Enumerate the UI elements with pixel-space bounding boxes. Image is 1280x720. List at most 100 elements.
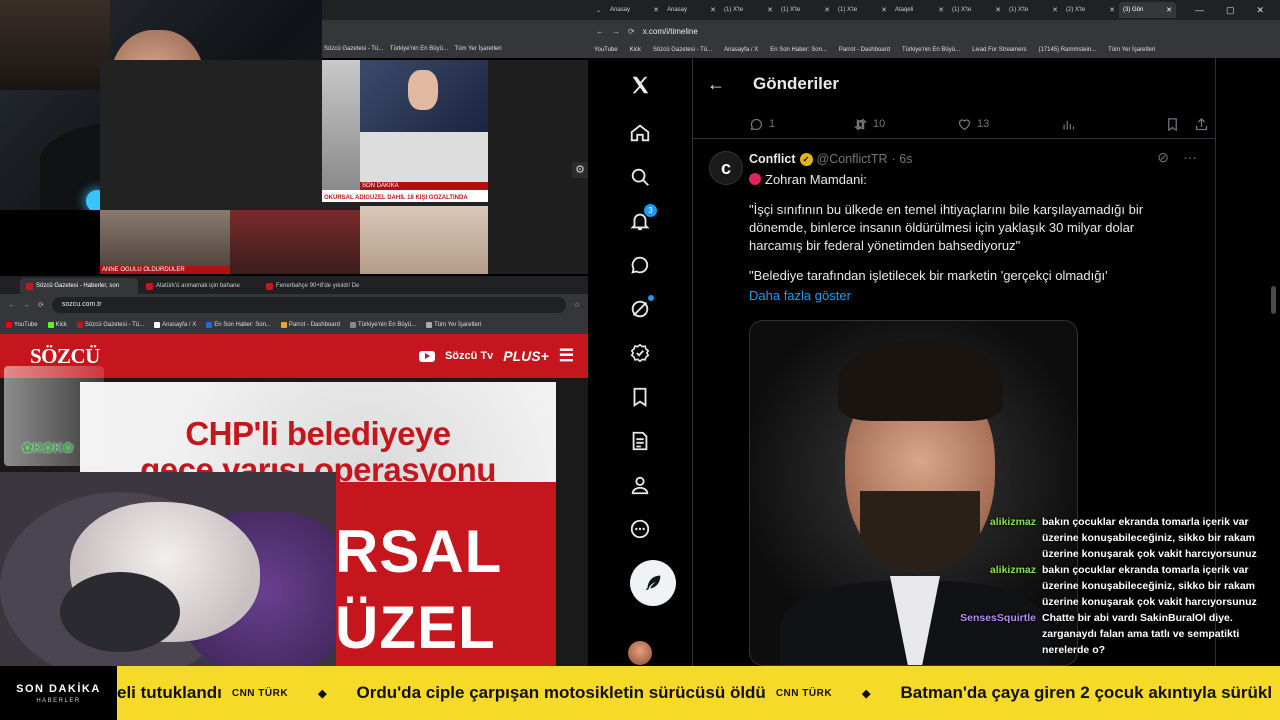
tab-active[interactable]: (3) Gön ✕	[1119, 2, 1176, 18]
like-button[interactable]: 13	[957, 117, 1061, 132]
ticker-item: Ordu'da ciple çarpışan motosikletin sürü…	[357, 683, 901, 703]
bookmark-item[interactable]: Livad For Streamers	[972, 47, 1026, 53]
bookmark-item[interactable]: Sözcü Gazetesi - Tü...	[653, 47, 712, 53]
tab[interactable]: Anasay ✕	[663, 2, 720, 18]
notifications-bell-icon[interactable]: 3	[627, 204, 657, 234]
ticker-track: eli tutuklandı CNN TÜRK ◆ Ordu'da ciple …	[117, 666, 1272, 720]
tab[interactable]: (1) X'te ✕	[777, 2, 834, 18]
account-avatar[interactable]	[628, 641, 652, 665]
tab[interactable]: (1) X'te ✕	[948, 2, 1005, 18]
collage-caption: ANNE OĞULU ÖLDÜRDÜLER	[100, 266, 230, 274]
gear-icon[interactable]: ⚙	[572, 162, 588, 178]
messages-icon[interactable]	[627, 252, 653, 278]
bookmark-item[interactable]: (17145) Rammstein...	[1038, 47, 1096, 53]
sozcu-plus-link[interactable]: PLUS+	[503, 348, 549, 364]
tab[interactable]: (1) X'te ✕	[834, 2, 891, 18]
bookmark-item[interactable]: Parrot - Dashboard	[839, 47, 890, 53]
ticker-source: CNN TÜRK	[231, 687, 289, 699]
bookmark-all[interactable]: Tüm Yer İşaretleri	[426, 322, 481, 328]
grok-explain-icon[interactable]: ⊘	[1157, 149, 1169, 166]
tab-fenerbahce[interactable]: Fenerbahçe 90+8'de yıkıldı! De	[260, 278, 378, 294]
tab[interactable]: Anasay ✕	[606, 2, 663, 18]
grok-icon[interactable]	[627, 295, 654, 322]
bookmark-icon[interactable]	[1165, 117, 1180, 132]
close-icon: ✕	[995, 7, 1001, 14]
reply-icon	[750, 118, 763, 130]
bookmark-item[interactable]: Tüm Yer İşaretleri	[455, 46, 502, 52]
bookmark-item[interactable]: Sözcü Gazetesi - Tü...	[324, 46, 383, 52]
scrollbar-thumb[interactable]	[1271, 286, 1276, 314]
maximize-icon[interactable]: ▢	[1226, 5, 1235, 16]
tab[interactable]: (2) X'te ✕	[1062, 2, 1119, 18]
tab[interactable]: Ataqeli ✕	[891, 2, 948, 18]
hamburger-menu-icon[interactable]: ☰	[559, 346, 574, 366]
repost-button[interactable]: 10	[853, 117, 957, 132]
tab-list-button[interactable]: ⌄	[592, 2, 606, 18]
share-icon[interactable]	[1194, 117, 1209, 132]
bookmark-sozcu[interactable]: Sözcü Gazetesi - Tü...	[76, 322, 144, 328]
back-icon[interactable]: ←	[596, 27, 604, 36]
tab[interactable]: (1) X'te ✕	[720, 2, 777, 18]
back-icon[interactable]: ←	[8, 302, 15, 309]
post-author-avatar[interactable]: c	[709, 151, 743, 185]
ticker-headline: Batman'da çaya giren 2 çocuk akıntıyla s…	[900, 683, 1273, 702]
bookmark-item[interactable]: Türkiye'nin En Büyü...	[902, 47, 960, 53]
verified-badge-icon[interactable]	[627, 340, 653, 366]
sozcu-favicon	[26, 282, 33, 290]
x-logo-icon[interactable]	[627, 72, 653, 98]
previous-post-actions: 1 10 13	[749, 110, 1209, 138]
articles-icon[interactable]	[627, 428, 653, 454]
home-icon[interactable]	[627, 120, 653, 146]
post-quote-1: "İşçi sınıfının bu ülkede en temel ihtiy…	[749, 202, 1144, 253]
star-icon[interactable]: ☆	[574, 301, 580, 309]
tab[interactable]: (1) X'te ✕	[1005, 2, 1062, 18]
bookmark-en-son-haber[interactable]: En Son Haber: Son...	[206, 322, 271, 328]
sozcu-tv-link[interactable]: Sözcü Tv	[445, 350, 493, 362]
more-icon[interactable]: ···	[1183, 149, 1197, 166]
bookmark-item[interactable]: YouTube	[594, 47, 618, 53]
ticker-separator-icon: ◆	[862, 687, 871, 700]
bookmark-item[interactable]: Kick	[630, 47, 641, 53]
tab-sozcu-home[interactable]: Sözcü Gazetesi - Haberler, son	[20, 278, 138, 294]
search-icon[interactable]	[627, 164, 653, 190]
address-bar: ← → ⟳ sozcu.com.tr ☆	[0, 294, 588, 316]
chat-message: alikizmaz bakın çocuklar ekranda tomarla…	[954, 514, 1276, 562]
heart-icon	[958, 118, 971, 130]
close-window-icon[interactable]: ✕	[1256, 5, 1264, 16]
bookmark-kick[interactable]: Kick	[47, 322, 67, 328]
show-more-link[interactable]: Daha fazla göster	[749, 287, 1169, 305]
bookmark-item[interactable]: Tüm Yer İşaretleri	[1108, 47, 1155, 53]
bookmark-x[interactable]: Anasayfa / X	[154, 322, 196, 328]
minimize-icon[interactable]: —	[1195, 5, 1204, 16]
ticker-item: eli tutuklandı CNN TÜRK ◆	[117, 683, 357, 703]
reload-icon[interactable]: ⟳	[628, 27, 635, 36]
url-input[interactable]: x.com/i/timeline	[643, 27, 698, 36]
url-input[interactable]: sozcu.com.tr	[51, 297, 566, 313]
bookmark-item[interactable]: Anasayfa / X	[724, 47, 758, 53]
bookmark-youtube[interactable]: YouTube	[6, 322, 38, 328]
sozcu-logo[interactable]: SÖZCÜ	[30, 344, 100, 369]
bookmark-item[interactable]: En Son Haber: Son...	[770, 47, 827, 53]
news-collage: SON DAKİKA ANNE OĞULU ÖLDÜRDÜLER OKURSAL…	[100, 60, 488, 274]
repost-count: 10	[873, 118, 886, 130]
forward-icon[interactable]: →	[612, 27, 620, 36]
views-button[interactable]	[1061, 117, 1165, 132]
forward-icon[interactable]: →	[23, 302, 30, 309]
post-timestamp[interactable]: · 6s	[892, 152, 913, 166]
bookmark-icon[interactable]	[627, 384, 653, 410]
compose-post-button[interactable]	[630, 560, 676, 606]
reload-icon[interactable]: ⟳	[38, 301, 44, 309]
bookmark-item[interactable]: Türkiye'nin En Büyü...	[390, 46, 448, 52]
sozcu-favicon	[146, 282, 153, 290]
reply-button[interactable]: 1	[749, 117, 853, 132]
bookmark-turkiye[interactable]: Türkiye'nin En Büyü...	[349, 322, 416, 328]
chat-text: bakın çocuklar ekranda tomarla içerik va…	[1042, 516, 1257, 560]
back-arrow-icon[interactable]: ←	[707, 74, 725, 95]
notification-count-badge: 3	[644, 204, 657, 217]
more-options-icon[interactable]	[627, 516, 653, 542]
profile-icon[interactable]	[627, 472, 653, 498]
bookmark-parrot[interactable]: Parrot - Dashboard	[280, 322, 340, 328]
tab-ataturk[interactable]: Atatürk'ü anmamak için bahane	[140, 278, 258, 294]
post-author-name[interactable]: Conflict	[749, 152, 796, 166]
post-author-handle[interactable]: @ConflictTR	[817, 152, 888, 166]
